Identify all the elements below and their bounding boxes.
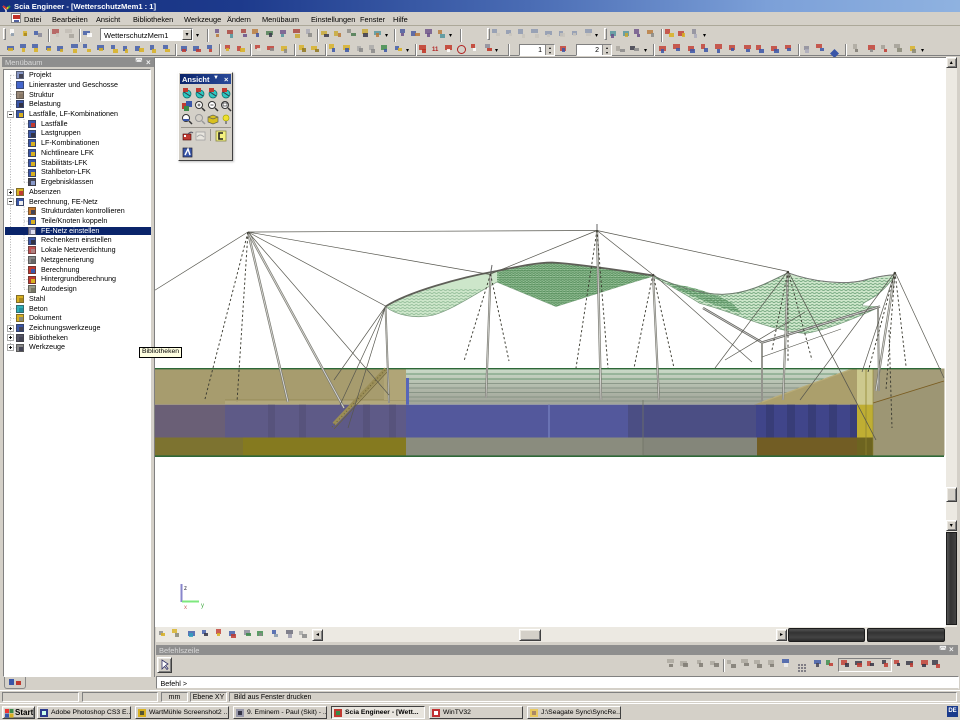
svg-text:x: x [184,605,187,611]
svg-text:z: z [184,586,187,592]
svg-text:y: y [201,603,204,609]
